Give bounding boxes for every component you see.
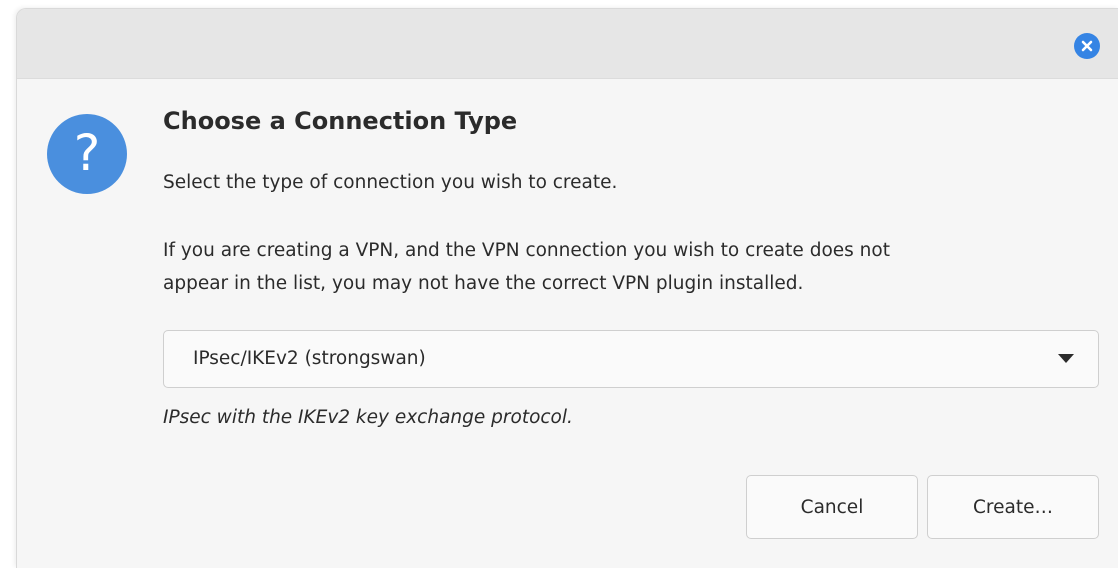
dialog-info-text: If you are creating a VPN, and the VPN c… <box>163 234 1108 300</box>
close-button[interactable] <box>1074 33 1100 59</box>
connection-type-description: IPsec with the IKEv2 key exchange protoc… <box>163 407 573 428</box>
dialog-titlebar <box>17 9 1118 79</box>
create-button[interactable]: Create… <box>927 475 1099 539</box>
close-icon <box>1081 40 1093 52</box>
info-line-1: If you are creating a VPN, and the VPN c… <box>163 240 890 261</box>
dialog-subtitle: Select the type of connection you wish t… <box>163 172 618 193</box>
screen: ? Choose a Connection Type Select the ty… <box>0 0 1118 568</box>
cancel-button[interactable]: Cancel <box>746 475 918 539</box>
connection-type-selected: IPsec/IKEv2 (strongswan) <box>193 348 426 369</box>
connection-type-dialog: ? Choose a Connection Type Select the ty… <box>16 8 1118 568</box>
dialog-title: Choose a Connection Type <box>163 107 518 135</box>
connection-type-dropdown[interactable]: IPsec/IKEv2 (strongswan) <box>163 330 1099 388</box>
question-glyph: ? <box>73 124 101 182</box>
dropdown-arrow-icon <box>1058 354 1074 363</box>
info-line-2: appear in the list, you may not have the… <box>163 273 804 294</box>
question-icon: ? <box>47 114 127 194</box>
